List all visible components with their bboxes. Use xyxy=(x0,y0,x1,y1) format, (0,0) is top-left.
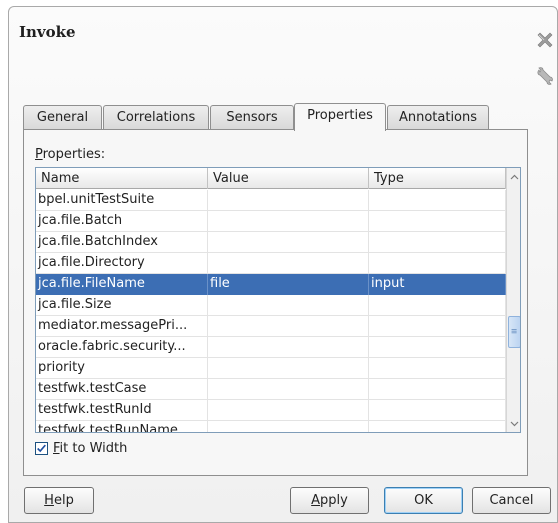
button-label: elp xyxy=(53,493,74,508)
cell-value[interactable] xyxy=(208,295,369,316)
cell-type[interactable] xyxy=(369,295,506,316)
scrollbar-thumb[interactable] xyxy=(508,316,520,348)
cell-name[interactable]: jca.file.Directory xyxy=(36,253,208,274)
cell-type[interactable] xyxy=(369,253,506,274)
help-button[interactable]: Help xyxy=(24,487,94,514)
tab-label: Correlations xyxy=(116,110,196,125)
properties-table[interactable]: Name Value Type bpel.unitTestSuite jca.fi… xyxy=(35,167,521,433)
tab-label: Annotations xyxy=(398,110,478,125)
table-header: Name Value Type xyxy=(36,168,506,189)
table-row[interactable]: testfwk.testCase xyxy=(36,379,506,400)
dialog-title: Invoke xyxy=(19,23,76,41)
mnemonic-letter: P xyxy=(35,147,43,162)
column-header-name[interactable]: Name xyxy=(36,168,208,189)
cell-value[interactable] xyxy=(208,253,369,274)
cell-type[interactable] xyxy=(369,358,506,379)
cell-name[interactable]: oracle.fabric.security... xyxy=(36,337,208,358)
button-label: OK xyxy=(414,493,433,508)
cell-type[interactable] xyxy=(369,421,506,432)
cell-type[interactable] xyxy=(369,232,506,253)
invoke-dialog: Invoke General Correlations Sensors Prop… xyxy=(8,6,558,523)
tab-label: Properties xyxy=(307,108,373,123)
cell-type[interactable] xyxy=(369,211,506,232)
cell-value[interactable] xyxy=(208,211,369,232)
button-label: pply xyxy=(320,493,348,508)
cell-type[interactable] xyxy=(369,379,506,400)
close-icon[interactable] xyxy=(535,31,553,49)
fit-to-width-label: Fit to Width xyxy=(53,441,127,456)
label-text: roperties: xyxy=(42,147,106,162)
ok-button[interactable]: OK xyxy=(384,487,463,514)
table-row[interactable]: jca.file.Batch xyxy=(36,211,506,232)
cell-name[interactable]: jca.file.FileName xyxy=(36,274,208,295)
cancel-button[interactable]: Cancel xyxy=(472,487,551,514)
mnemonic-letter: A xyxy=(311,493,321,508)
cell-name[interactable]: testfwk.testRunId xyxy=(36,400,208,421)
cell-type[interactable] xyxy=(369,316,506,337)
cell-value[interactable] xyxy=(208,316,369,337)
wrench-icon[interactable] xyxy=(535,67,555,87)
tab-annotations[interactable]: Annotations xyxy=(387,105,489,130)
cell-name[interactable]: jca.file.Batch xyxy=(36,211,208,232)
cell-name[interactable]: jca.file.BatchIndex xyxy=(36,232,208,253)
table-row[interactable]: testfwk.testRunId xyxy=(36,400,506,421)
column-header-value[interactable]: Value xyxy=(208,168,369,189)
tab-properties[interactable]: Properties xyxy=(294,103,386,131)
cell-name[interactable]: jca.file.Size xyxy=(36,295,208,316)
label-text: it to Width xyxy=(59,441,128,456)
tab-label: Sensors xyxy=(226,110,278,125)
tab-label: General xyxy=(36,110,89,125)
table-row[interactable]: mediator.messagePri... xyxy=(36,316,506,337)
cell-name[interactable]: bpel.unitTestSuite xyxy=(36,190,208,211)
table-row[interactable]: oracle.fabric.security... xyxy=(36,337,506,358)
cell-type[interactable]: input xyxy=(369,274,506,295)
cell-name[interactable]: testfwk.testRunName xyxy=(36,421,208,432)
table-row[interactable]: priority xyxy=(36,358,506,379)
cell-value[interactable] xyxy=(208,232,369,253)
button-label: Cancel xyxy=(489,493,534,508)
scroll-up-icon[interactable] xyxy=(507,170,521,185)
cell-name[interactable]: priority xyxy=(36,358,208,379)
grip-icon xyxy=(511,329,517,334)
checkbox-box[interactable] xyxy=(35,442,48,455)
properties-panel: Properties: Name Value Type bpel.unitTes… xyxy=(23,129,528,476)
table-row[interactable]: jca.file.Size xyxy=(36,295,506,316)
table-row[interactable]: jca.file.BatchIndex xyxy=(36,232,506,253)
cell-value[interactable] xyxy=(208,337,369,358)
cell-value[interactable] xyxy=(208,379,369,400)
table-row[interactable]: bpel.unitTestSuite xyxy=(36,190,506,211)
cell-value[interactable] xyxy=(208,358,369,379)
cell-type[interactable] xyxy=(369,337,506,358)
tab-general[interactable]: General xyxy=(23,105,102,130)
column-header-type[interactable]: Type xyxy=(369,168,506,189)
table-row[interactable]: jca.file.FileName file input xyxy=(36,274,506,295)
tab-sensors[interactable]: Sensors xyxy=(210,105,294,130)
cell-value[interactable] xyxy=(208,421,369,432)
table-row[interactable]: testfwk.testRunName xyxy=(36,421,506,432)
table-row[interactable]: jca.file.Directory xyxy=(36,253,506,274)
scroll-down-icon[interactable] xyxy=(507,416,521,431)
fit-to-width-checkbox[interactable]: Fit to Width xyxy=(35,441,127,456)
cell-value[interactable]: file xyxy=(208,274,369,295)
vertical-scrollbar[interactable] xyxy=(506,168,521,432)
properties-label: Properties: xyxy=(35,147,105,162)
cell-value[interactable] xyxy=(208,400,369,421)
apply-button[interactable]: Apply xyxy=(290,487,369,514)
cell-name[interactable]: mediator.messagePri... xyxy=(36,316,208,337)
cell-value[interactable] xyxy=(208,190,369,211)
mnemonic-letter: H xyxy=(44,493,54,508)
checkmark-icon xyxy=(37,444,46,453)
cell-type[interactable] xyxy=(369,190,506,211)
tab-correlations[interactable]: Correlations xyxy=(103,105,209,130)
cell-name[interactable]: testfwk.testCase xyxy=(36,379,208,400)
cell-type[interactable] xyxy=(369,400,506,421)
